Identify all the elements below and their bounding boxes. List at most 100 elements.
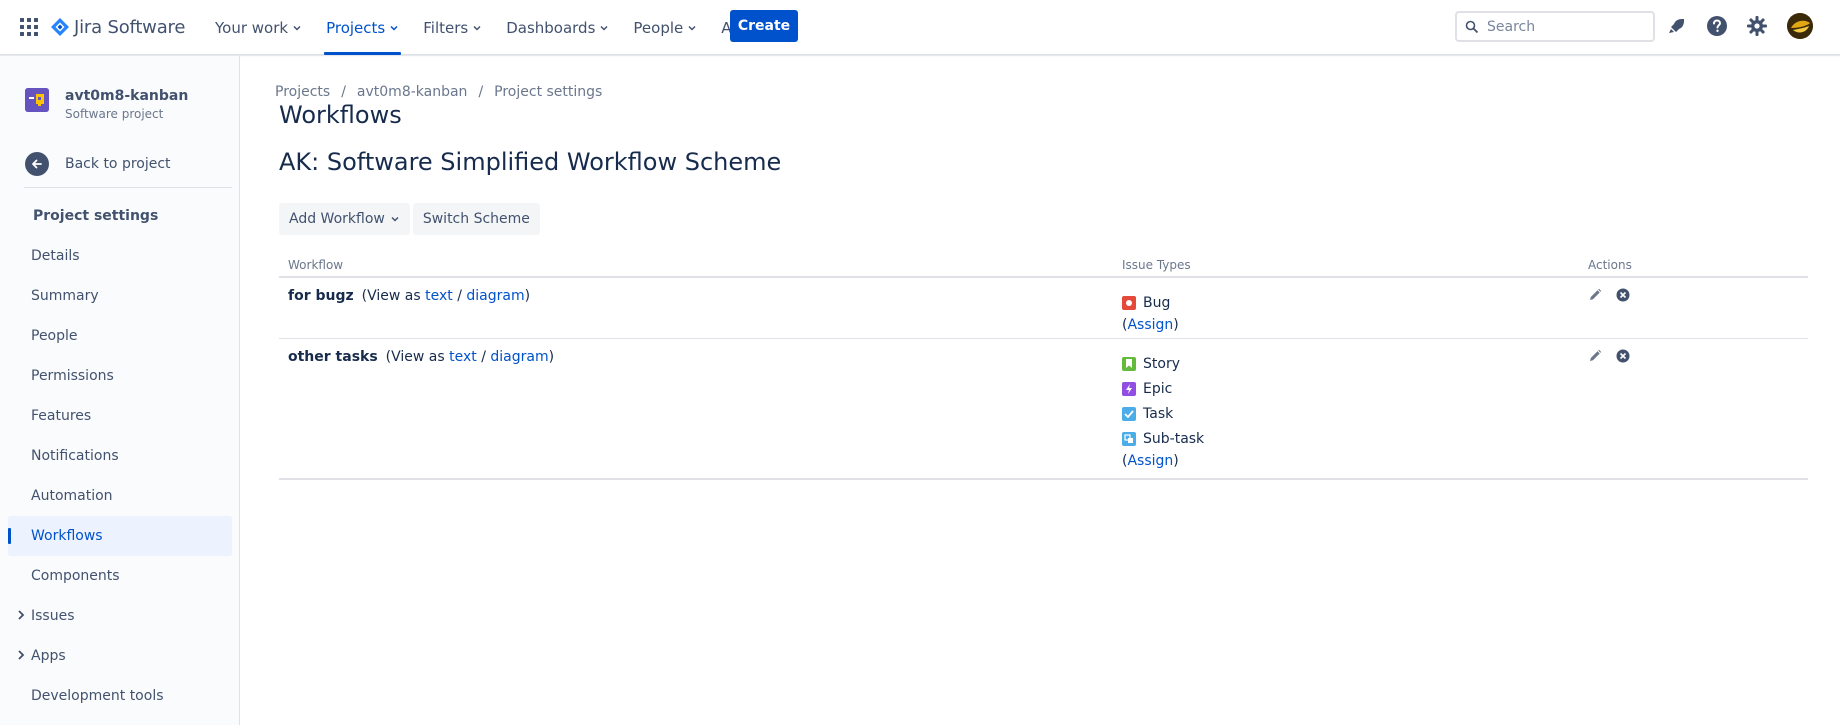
sidebar-item-permissions[interactable]: Permissions xyxy=(8,356,232,396)
sidebar-item-label: Components xyxy=(31,568,120,584)
sidebar-menu: Details Summary People Permissions Featu… xyxy=(8,236,232,716)
issue-type-item: Epic xyxy=(1122,376,1204,401)
sidebar-item-apps[interactable]: Apps xyxy=(8,636,232,676)
sidebar-item-automation[interactable]: Automation xyxy=(8,476,232,516)
issue-type-item: Story xyxy=(1122,351,1204,376)
user-avatar[interactable] xyxy=(1787,13,1813,39)
search-input[interactable] xyxy=(1487,18,1647,35)
jira-logo[interactable]: Jira Software xyxy=(51,14,185,40)
sidebar-item-components[interactable]: Components xyxy=(8,556,232,596)
nav-projects[interactable]: Projects xyxy=(320,0,405,55)
sidebar-item-label: Development tools xyxy=(31,688,164,704)
column-header-actions: Actions xyxy=(1588,258,1632,272)
assign-link[interactable]: Assign xyxy=(1127,317,1173,333)
assign-link[interactable]: Assign xyxy=(1127,453,1173,469)
nav-people[interactable]: People xyxy=(627,0,703,55)
scheme-toolbar: Add Workflow Switch Scheme xyxy=(279,203,540,235)
sidebar-item-label: Workflows xyxy=(31,528,103,544)
view-as-diagram-link[interactable]: diagram xyxy=(490,349,548,365)
back-to-project-label: Back to project xyxy=(65,156,171,172)
project-header[interactable]: avt0m8-kanban Software project xyxy=(25,88,188,121)
view-as-text-link[interactable]: text xyxy=(425,288,453,304)
project-avatar xyxy=(25,88,49,112)
sidebar-item-issues[interactable]: Issues xyxy=(8,596,232,636)
issue-type-item: Bug xyxy=(1122,290,1179,315)
help-icon[interactable] xyxy=(1705,14,1729,38)
sidebar-item-label: Details xyxy=(31,248,80,264)
breadcrumb-project-settings[interactable]: Project settings xyxy=(494,84,602,100)
bug-icon xyxy=(1122,295,1136,310)
workflow-name-cell: other tasks (View as text / diagram) xyxy=(288,349,554,365)
sidebar-item-workflows[interactable]: Workflows xyxy=(8,516,232,556)
story-icon xyxy=(1122,356,1136,371)
breadcrumb: Projects / avt0m8-kanban / Project setti… xyxy=(275,84,602,100)
nav-label: Dashboards xyxy=(506,18,596,37)
view-as-text-link[interactable]: text xyxy=(449,349,477,365)
workflows-table: Workflow Issue Types Actions for bugz (Vi… xyxy=(279,252,1808,480)
page-title: Workflows xyxy=(279,101,402,129)
remove-icon[interactable] xyxy=(1616,349,1630,363)
breadcrumb-separator: / xyxy=(478,84,484,100)
sidebar-item-label: Automation xyxy=(31,488,113,504)
sidebar-item-notifications[interactable]: Notifications xyxy=(8,436,232,476)
settings-icon[interactable] xyxy=(1745,14,1769,38)
table-header: Workflow Issue Types Actions xyxy=(279,252,1808,278)
nav-filters[interactable]: Filters xyxy=(417,0,488,55)
nav-your-work[interactable]: Your work xyxy=(209,0,308,55)
create-button[interactable]: Create xyxy=(730,10,798,42)
nav-dashboards[interactable]: Dashboards xyxy=(500,0,615,55)
sidebar-item-summary[interactable]: Summary xyxy=(8,276,232,316)
project-name: avt0m8-kanban xyxy=(65,88,189,104)
top-navigation: Jira Software Your work Projects Filters… xyxy=(0,0,1840,55)
sidebar-item-details[interactable]: Details xyxy=(8,236,232,276)
notifications-icon[interactable] xyxy=(1665,14,1689,38)
switch-scheme-button[interactable]: Switch Scheme xyxy=(412,203,540,235)
sidebar-item-features[interactable]: Features xyxy=(8,396,232,436)
apps-grid-icon[interactable] xyxy=(19,17,39,37)
view-as-suffix: ) xyxy=(548,349,555,365)
table-row: other tasks (View as text / diagram) Stor… xyxy=(279,339,1808,480)
sidebar-item-label: People xyxy=(31,328,78,344)
workflow-name: for bugz xyxy=(288,288,354,304)
breadcrumb-projects[interactable]: Projects xyxy=(275,84,330,100)
chevron-down-icon xyxy=(473,25,481,31)
back-to-project-link[interactable]: Back to project xyxy=(25,152,171,176)
sidebar-item-label: Features xyxy=(31,408,92,424)
sidebar-item-label: Issues xyxy=(31,608,75,624)
issue-type-name: Story xyxy=(1143,355,1180,372)
sidebar-divider xyxy=(24,187,232,188)
edit-icon[interactable] xyxy=(1588,288,1602,302)
assign-wrapper: (Assign) xyxy=(1122,317,1179,333)
edit-icon[interactable] xyxy=(1588,349,1602,363)
sidebar-item-development-tools[interactable]: Development tools xyxy=(8,676,232,716)
add-workflow-button[interactable]: Add Workflow xyxy=(279,203,410,235)
issue-type-name: Bug xyxy=(1143,294,1171,311)
nav-label: Filters xyxy=(423,18,469,37)
nav-label: Your work xyxy=(215,18,289,37)
workflow-name-cell: for bugz (View as text / diagram) xyxy=(288,288,530,304)
arrow-left-icon xyxy=(25,152,49,176)
sidebar-item-label: Apps xyxy=(31,648,66,664)
row-actions xyxy=(1588,349,1630,363)
issue-types-cell: Story Epic Task Sub-task (Assign) xyxy=(1122,351,1204,471)
view-as-diagram-link[interactable]: diagram xyxy=(466,288,524,304)
sidebar-item-label: Notifications xyxy=(31,448,119,464)
chevron-right-icon xyxy=(18,610,25,620)
view-as-suffix: ) xyxy=(524,288,531,304)
issue-type-name: Epic xyxy=(1143,380,1173,397)
app-name: Jira Software xyxy=(74,16,186,38)
chevron-down-icon xyxy=(293,25,301,31)
remove-icon[interactable] xyxy=(1616,288,1630,302)
chevron-down-icon xyxy=(688,25,696,31)
assign-wrapper: (Assign) xyxy=(1122,453,1179,469)
jira-diamond-icon xyxy=(51,18,69,36)
row-actions xyxy=(1588,288,1630,302)
table-row: for bugz (View as text / diagram) Bug (As… xyxy=(279,278,1808,339)
project-type: Software project xyxy=(65,107,164,121)
chevron-right-icon xyxy=(18,650,25,660)
sidebar-item-people[interactable]: People xyxy=(8,316,232,356)
search-icon xyxy=(1465,20,1479,33)
issue-type-name: Task xyxy=(1143,405,1174,422)
search-box[interactable] xyxy=(1455,11,1655,42)
breadcrumb-project[interactable]: avt0m8-kanban xyxy=(357,84,468,100)
